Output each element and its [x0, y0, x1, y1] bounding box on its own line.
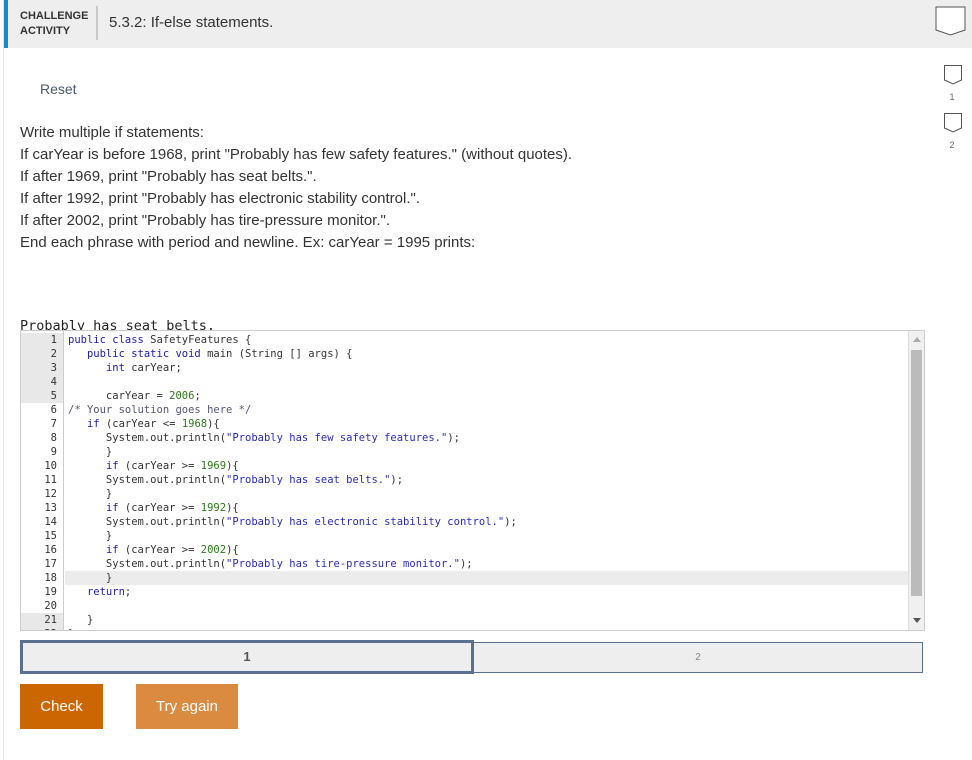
header-divider [96, 6, 98, 40]
code-line[interactable]: 7 if (carYear <= 1968){ [21, 417, 908, 431]
level-2-number: 2 [949, 140, 955, 150]
activity-type-line1: CHALLENGE [20, 10, 89, 22]
code-text[interactable]: if (carYear <= 1968){ [68, 417, 220, 431]
line-number: 7 [50, 418, 57, 430]
activity-header: CHALLENGE ACTIVITY 5.3.2: If-else statem… [4, 0, 972, 48]
code-line[interactable]: 16 if (carYear >= 2002){ [21, 543, 908, 557]
code-text[interactable]: System.out.println("Probably has few saf… [68, 431, 460, 445]
check-button[interactable]: Check [20, 684, 103, 729]
code-text[interactable]: } [68, 445, 112, 459]
code-text[interactable]: carYear = 2006; [68, 389, 201, 403]
tab-2[interactable]: 2 [474, 642, 923, 673]
try-again-button[interactable]: Try again [136, 684, 238, 729]
line-number: 4 [21, 375, 63, 389]
code-line[interactable]: 2 public static void main (String [] arg… [21, 347, 908, 361]
line-number: 20 [44, 600, 57, 612]
code-line[interactable]: 19 return; [21, 585, 908, 599]
line-number: 18 [44, 572, 57, 584]
line-number: 9 [50, 446, 57, 458]
line-number: 14 [44, 516, 57, 528]
code-line[interactable]: 5 carYear = 2006; [21, 389, 908, 403]
code-text[interactable]: } [68, 613, 93, 627]
instruction-line: If after 2002, print "Probably has tire-… [20, 212, 390, 229]
line-number: 15 [44, 530, 57, 542]
code-line[interactable]: 22} [21, 627, 908, 630]
tab-1[interactable]: 1 [20, 640, 474, 674]
code-text[interactable]: } [68, 627, 74, 630]
code-text[interactable]: if (carYear >= 1969){ [68, 459, 239, 473]
instruction-line: If after 1992, print "Probably has elect… [20, 190, 421, 207]
code-line[interactable]: 9 } [21, 445, 908, 459]
line-number: 21 [21, 613, 63, 627]
code-line[interactable]: 4 [21, 375, 908, 389]
code-line[interactable]: 6 /* Your solution goes here */ [21, 403, 908, 417]
line-number: 2 [21, 347, 63, 361]
code-text[interactable]: System.out.println("Probably has tire-pr… [68, 557, 473, 571]
challenge-activity: CHALLENGE ACTIVITY 5.3.2: If-else statem… [3, 0, 972, 760]
code-text[interactable]: public static void main (String [] args)… [68, 347, 353, 361]
code-line[interactable]: 10 if (carYear >= 1969){ [21, 459, 908, 473]
code-line[interactable]: 12 } [21, 487, 908, 501]
code-line[interactable]: 20 [21, 599, 908, 613]
code-text[interactable]: System.out.println("Probably has electro… [68, 515, 517, 529]
instruction-line: If carYear is before 1968, print "Probab… [20, 146, 573, 163]
activity-type-label: CHALLENGE ACTIVITY [20, 9, 88, 39]
line-number: 16 [44, 544, 57, 556]
instruction-line: Write multiple if statements: [20, 124, 204, 141]
code-text[interactable]: if (carYear >= 1992){ [68, 501, 239, 515]
code-line[interactable]: 8 System.out.println("Probably has few s… [21, 431, 908, 445]
instruction-line: If after 1969, print "Probably has seat … [20, 168, 317, 185]
code-text[interactable]: } [68, 571, 112, 585]
line-number: 17 [44, 558, 57, 570]
code-line[interactable]: 18 } [21, 571, 908, 585]
completion-badge-icon [935, 6, 966, 36]
code-line[interactable]: 14 System.out.println("Probably has elec… [21, 515, 908, 529]
code-line[interactable]: 17 System.out.println("Probably has tire… [21, 557, 908, 571]
code-text[interactable]: /* Your solution goes here */ [68, 403, 251, 417]
code-text[interactable]: return; [68, 585, 131, 599]
code-text[interactable]: } [68, 487, 112, 501]
code-lines[interactable]: 1 public class SafetyFeatures {2 public s… [21, 333, 908, 630]
activity-type-line2: ACTIVITY [20, 25, 71, 37]
line-number: 3 [21, 361, 63, 375]
line-number: 5 [21, 389, 63, 403]
code-text[interactable]: System.out.println("Probably has seat be… [68, 473, 403, 487]
code-text[interactable]: } [68, 529, 112, 543]
line-number: 8 [50, 432, 57, 444]
code-line[interactable]: 11 System.out.println("Probably has seat… [21, 473, 908, 487]
code-text[interactable]: if (carYear >= 2002){ [68, 543, 239, 557]
code-text[interactable]: public class SafetyFeatures { [68, 333, 251, 347]
header-accent-bar [4, 0, 8, 48]
activity-title: 5.3.2: If-else statements. [109, 14, 274, 31]
level-1-badge-icon[interactable] [944, 65, 962, 85]
code-line[interactable]: 3 int carYear; [21, 361, 908, 375]
instructions: Write multiple if statements: If carYear… [20, 122, 572, 254]
code-editor[interactable]: 1 public class SafetyFeatures {2 public s… [20, 330, 925, 631]
scrollbar-thumb[interactable] [911, 350, 922, 596]
instruction-line: End each phrase with period and newline.… [20, 234, 476, 251]
level-1-number: 1 [949, 92, 955, 102]
code-line[interactable]: 1 public class SafetyFeatures { [21, 333, 908, 347]
active-line-highlight [65, 571, 908, 585]
line-number: 13 [44, 502, 57, 514]
line-number: 10 [44, 460, 57, 472]
level-2-badge-icon[interactable] [944, 113, 962, 133]
line-number: 6 [50, 404, 57, 416]
code-line[interactable]: 21 } [21, 613, 908, 627]
test-tabs: 1 2 [20, 640, 924, 674]
line-number: 1 [21, 333, 63, 347]
code-line[interactable]: 13 if (carYear >= 1992){ [21, 501, 908, 515]
line-number: 22 [21, 627, 63, 630]
editor-scrollbar[interactable] [908, 331, 924, 630]
code-text[interactable]: int carYear; [68, 361, 182, 375]
line-number: 12 [44, 488, 57, 500]
code-line[interactable]: 15 } [21, 529, 908, 543]
reset-button[interactable]: Reset [40, 81, 77, 97]
scroll-down-arrow-icon[interactable] [913, 618, 921, 623]
line-number: 19 [44, 586, 57, 598]
line-number: 11 [44, 474, 57, 486]
scroll-up-arrow-icon[interactable] [913, 337, 921, 342]
